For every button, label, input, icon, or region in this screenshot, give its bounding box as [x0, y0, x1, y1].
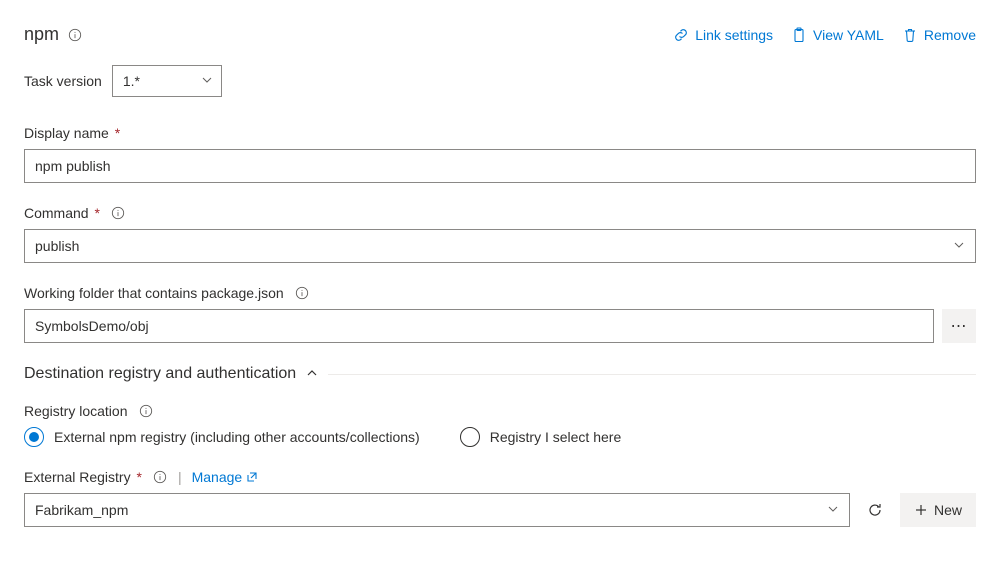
required-mark: * — [133, 469, 142, 485]
link-icon — [673, 27, 689, 43]
working-folder-group: Working folder that contains package.jso… — [24, 285, 976, 343]
radio-circle — [24, 427, 44, 447]
display-name-label: Display name * — [24, 125, 120, 141]
command-value: publish — [35, 238, 79, 254]
section-title: Destination registry and authentication — [24, 365, 296, 383]
plus-icon — [914, 503, 928, 517]
info-icon[interactable] — [294, 285, 310, 301]
remove-button[interactable]: Remove — [902, 27, 976, 43]
radio-external-registry[interactable]: External npm registry (including other a… — [24, 427, 420, 447]
destination-section-header[interactable]: Destination registry and authentication — [24, 365, 976, 383]
external-registry-label: External Registry * — [24, 469, 142, 485]
command-label: Command * — [24, 205, 100, 221]
clipboard-icon — [791, 27, 807, 43]
radio-circle — [460, 427, 480, 447]
new-label: New — [934, 502, 962, 518]
external-link-icon — [246, 471, 258, 483]
remove-label: Remove — [924, 27, 976, 43]
external-registry-select[interactable]: Fabrikam_npm — [24, 493, 850, 527]
info-icon[interactable] — [67, 27, 83, 43]
required-mark: * — [111, 125, 120, 141]
required-mark: * — [91, 205, 100, 221]
chevron-down-icon — [827, 502, 839, 518]
registry-location-label-row: Registry location — [24, 403, 976, 419]
link-settings-button[interactable]: Link settings — [673, 27, 773, 43]
radio-select-here-label: Registry I select here — [490, 429, 622, 445]
working-folder-label: Working folder that contains package.jso… — [24, 285, 284, 301]
chevron-down-icon — [953, 238, 965, 254]
section-divider — [328, 374, 976, 375]
display-name-group: Display name * — [24, 125, 976, 183]
working-folder-input-row: ⋯ — [24, 309, 976, 343]
radio-external-label: External npm registry (including other a… — [54, 429, 420, 445]
registry-location-label: Registry location — [24, 403, 128, 419]
task-version-label: Task version — [24, 73, 102, 89]
refresh-icon — [867, 502, 883, 518]
radio-select-here[interactable]: Registry I select here — [460, 427, 622, 447]
task-header: npm Link settings View YAML Remove — [24, 24, 976, 45]
info-icon[interactable] — [138, 403, 154, 419]
command-group: Command * publish — [24, 205, 976, 263]
task-version-row: Task version 1.* — [24, 65, 976, 97]
new-button[interactable]: New — [900, 493, 976, 527]
manage-link[interactable]: Manage — [192, 469, 259, 485]
working-folder-input[interactable] — [24, 309, 934, 343]
radio-dot — [29, 432, 39, 442]
link-settings-label: Link settings — [695, 27, 773, 43]
external-registry-input-row: Fabrikam_npm New — [24, 493, 976, 527]
task-version-value: 1.* — [123, 73, 140, 89]
info-icon[interactable] — [110, 205, 126, 221]
external-registry-group: External Registry * | Manage Fabrikam_np… — [24, 469, 976, 527]
manage-label: Manage — [192, 469, 243, 485]
chevron-up-icon — [306, 366, 318, 382]
browse-button[interactable]: ⋯ — [942, 309, 976, 343]
command-select[interactable]: publish — [24, 229, 976, 263]
display-name-label-row: Display name * — [24, 125, 976, 141]
display-name-input[interactable] — [24, 149, 976, 183]
refresh-button[interactable] — [858, 493, 892, 527]
view-yaml-button[interactable]: View YAML — [791, 27, 884, 43]
info-icon[interactable] — [152, 469, 168, 485]
header-actions: Link settings View YAML Remove — [673, 27, 976, 43]
task-version-select[interactable]: 1.* — [112, 65, 222, 97]
working-folder-label-row: Working folder that contains package.jso… — [24, 285, 976, 301]
ellipsis-icon: ⋯ — [951, 316, 968, 336]
trash-icon — [902, 27, 918, 43]
external-registry-label-row: External Registry * | Manage — [24, 469, 976, 485]
chevron-down-icon — [201, 73, 213, 89]
external-registry-value: Fabrikam_npm — [35, 502, 128, 518]
task-title: npm — [24, 24, 59, 45]
registry-location-radios: External npm registry (including other a… — [24, 427, 976, 447]
separator: | — [178, 469, 182, 485]
command-label-row: Command * — [24, 205, 976, 221]
header-left: npm — [24, 24, 83, 45]
registry-location-group: Registry location External npm registry … — [24, 403, 976, 447]
view-yaml-label: View YAML — [813, 27, 884, 43]
